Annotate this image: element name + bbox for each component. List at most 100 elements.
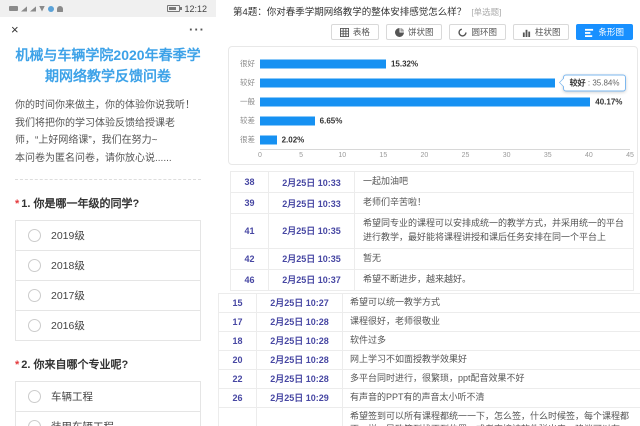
column-chart-view-button[interactable]: 柱状图 <box>513 24 570 40</box>
response-time: 2月25日 10:35 <box>268 249 354 269</box>
pie-chart-view-button[interactable]: 饼状图 <box>386 24 443 40</box>
category-label: 很差 <box>229 134 255 145</box>
response-id[interactable]: 15 <box>219 294 256 312</box>
response-text: 希望可以统一教学方式 <box>342 294 640 312</box>
bar-track: 15.32% <box>260 54 630 73</box>
bar-value-label: 40.17% <box>595 97 622 106</box>
bar[interactable] <box>260 116 315 125</box>
radio-icon[interactable] <box>28 259 41 272</box>
radio-icon[interactable] <box>28 289 41 302</box>
bar-track: 6.65% <box>260 111 630 130</box>
response-text: 希望同专业的课程可以安排成统一的教学方式，并采用统一的平台进行教学，最好能将课程… <box>354 214 633 248</box>
response-text: 老师们辛苦啦！ <box>354 193 633 213</box>
response-time: 2月25日 10:33 <box>268 172 354 192</box>
response-id[interactable]: 20 <box>219 351 256 369</box>
response-id[interactable]: 27 <box>219 408 256 426</box>
bar[interactable] <box>260 59 386 68</box>
view-button-label: 柱状图 <box>535 26 561 38</box>
phone-questions: *1. 你是哪一年级的同学? 2019级 2018级 2017级 2016级 *… <box>0 195 216 426</box>
response-text: 多平台同时进行，很繁琐，ppt配音效果不好 <box>342 370 640 388</box>
table-row: 42 2月25日 10:35 暂无 <box>231 249 633 270</box>
more-options-icon[interactable]: ··· <box>189 27 205 32</box>
bar-chart-view-button[interactable]: 条形图 <box>576 24 633 40</box>
table-view-button[interactable]: 表格 <box>331 24 379 40</box>
response-id[interactable]: 38 <box>231 172 268 192</box>
radio-icon[interactable] <box>28 420 41 426</box>
response-time: 2月25日 10:29 <box>256 389 342 407</box>
axis-tick-label: 10 <box>338 152 346 159</box>
response-time: 2月25日 10:33 <box>268 193 354 213</box>
phone-survey-pane: 12:12 × ··· 机械与车辆学院2020年春季学期网络教学反馈问卷 你的时… <box>0 0 216 426</box>
table-row: 41 2月25日 10:35 希望同专业的课程可以安排成统一的教学方式，并采用统… <box>231 214 633 249</box>
response-text: 网上学习不如面授教学效果好 <box>342 351 640 369</box>
table-row: 27 2月25日 10:29 希望签到可以所有课程都统一一下，怎么签，什么时候签… <box>219 408 640 426</box>
table-row: 15 2月25日 10:27 希望可以统一教学方式 <box>219 294 640 313</box>
view-button-label: 表格 <box>353 26 370 38</box>
category-label: 较好 <box>229 77 255 88</box>
question-2: *2. 你来自哪个专业呢? 车辆工程 装甲车辆工程 <box>15 356 201 426</box>
options-list: 2019级 2018级 2017级 2016级 <box>15 220 201 341</box>
response-text: 有声音的PPT有的声音太小听不清 <box>342 389 640 407</box>
bar[interactable] <box>260 97 590 106</box>
option-label: 2017级 <box>51 288 85 303</box>
table-row: 26 2月25日 10:29 有声音的PPT有的声音太小听不清 <box>219 389 640 408</box>
close-icon[interactable]: × <box>11 23 19 36</box>
x-axis: 051015202530354045 <box>260 149 630 163</box>
bar-track: 40.17% <box>260 92 630 111</box>
phone-status-bar: 12:12 <box>0 0 216 17</box>
bar[interactable] <box>260 78 555 87</box>
view-button-label: 饼状图 <box>408 26 434 38</box>
chart-row: 很好 15.32% <box>229 54 637 73</box>
chart-tooltip: 较好 : 35.84% <box>563 74 627 91</box>
required-asterisk: * <box>15 359 19 371</box>
option-row[interactable]: 2017级 <box>15 280 201 311</box>
axis-tick-label: 30 <box>503 152 511 159</box>
results-pane: 第4题：你对春季学期网络教学的整体安排感觉怎么样？[单选题] 表格 饼状图 圆环… <box>216 0 640 426</box>
bar[interactable] <box>260 135 277 144</box>
response-id[interactable]: 26 <box>219 389 256 407</box>
table-icon <box>340 28 349 37</box>
response-id[interactable]: 41 <box>231 214 268 248</box>
table-row: 46 2月25日 10:37 希望不断进步，越来越好。 <box>231 270 633 291</box>
response-time: 2月25日 10:28 <box>256 370 342 388</box>
option-row[interactable]: 2019级 <box>15 220 201 251</box>
chart-row: 一般 40.17% <box>229 92 637 111</box>
response-id[interactable]: 22 <box>219 370 256 388</box>
signal-icon <box>30 6 36 12</box>
phone-nav-bar: × ··· <box>0 17 216 42</box>
option-label: 装甲车辆工程 <box>51 419 114 426</box>
response-id[interactable]: 17 <box>219 313 256 331</box>
response-id[interactable]: 39 <box>231 193 268 213</box>
response-table-2: 15 2月25日 10:27 希望可以统一教学方式 17 2月25日 10:28… <box>218 293 640 426</box>
table-row: 20 2月25日 10:28 网上学习不如面授教学效果好 <box>219 351 640 370</box>
wifi-icon <box>39 6 45 12</box>
option-row[interactable]: 2016级 <box>15 310 201 341</box>
option-row[interactable]: 装甲车辆工程 <box>15 411 201 426</box>
radio-icon[interactable] <box>28 229 41 242</box>
response-time: 2月25日 10:28 <box>256 313 342 331</box>
response-time: 2月25日 10:27 <box>256 294 342 312</box>
option-row[interactable]: 2018级 <box>15 250 201 281</box>
intro-line: 你的时间你来做主，你的体验你说我听！ <box>15 97 201 115</box>
survey-intro: 你的时间你来做主，你的体验你说我听！ 我们将把你的学习体验反馈给授课老师，“上好… <box>15 97 201 167</box>
axis-tick-label: 25 <box>462 152 470 159</box>
response-text: 暂无 <box>354 249 633 269</box>
response-id[interactable]: 46 <box>231 270 268 290</box>
bar-chart-icon <box>585 28 594 37</box>
radio-icon[interactable] <box>28 390 41 403</box>
axis-tick-label: 15 <box>379 152 387 159</box>
response-time: 2月25日 10:28 <box>256 332 342 350</box>
response-time: 2月25日 10:28 <box>256 351 342 369</box>
radio-icon[interactable] <box>28 319 41 332</box>
donut-chart-view-button[interactable]: 圆环图 <box>449 24 506 40</box>
response-tables: 38 2月25日 10:33 一起加油吧 39 2月25日 10:33 老师们辛… <box>216 171 640 426</box>
response-time: 2月25日 10:29 <box>256 408 342 426</box>
notification-icon <box>57 6 63 12</box>
response-id[interactable]: 42 <box>231 249 268 269</box>
response-table-1: 38 2月25日 10:33 一起加油吧 39 2月25日 10:33 老师们辛… <box>230 171 634 291</box>
response-id[interactable]: 18 <box>219 332 256 350</box>
chart-type-toolbar: 表格 饼状图 圆环图 柱状图 条形图 <box>216 24 633 40</box>
axis-tick-label: 0 <box>258 152 262 159</box>
option-row[interactable]: 车辆工程 <box>15 381 201 412</box>
table-row: 39 2月25日 10:33 老师们辛苦啦！ <box>231 193 633 214</box>
